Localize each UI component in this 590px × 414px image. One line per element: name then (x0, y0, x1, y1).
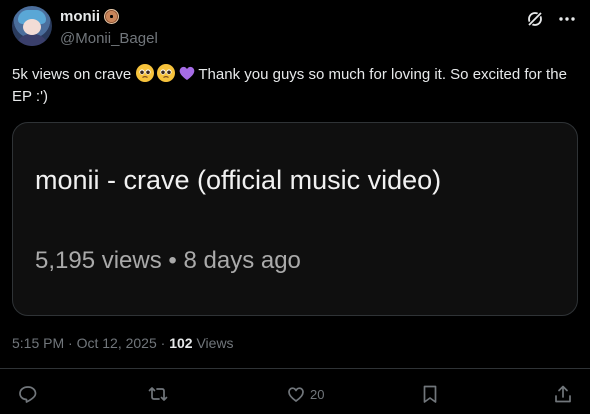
pleading-face-emoji-icon (136, 64, 155, 82)
like-count: 20 (310, 386, 325, 402)
divider (0, 368, 590, 369)
pleading-face-emoji-icon (157, 64, 176, 82)
retweet-button[interactable] (148, 384, 168, 404)
handle[interactable]: @Monii_Bagel (60, 30, 158, 47)
more-icon[interactable] (558, 10, 576, 28)
share-icon (553, 384, 573, 404)
purple-heart-emoji-icon (180, 66, 195, 80)
card-meta: 5,195 views • 8 days ago (35, 247, 301, 274)
author-name-row: monii (60, 8, 119, 25)
tweet-text-part1: 5k views on crave (12, 66, 132, 83)
bagel-emoji-icon (104, 9, 119, 24)
top-actions (526, 10, 576, 28)
timestamp-row: 5:15 PM · Oct 12, 2025 · 102 Views (12, 335, 234, 351)
tweet-text: 5k views on crave Thank you guys so much… (12, 63, 572, 108)
reply-button[interactable] (18, 384, 38, 404)
grok-icon[interactable] (526, 10, 544, 28)
post-date[interactable]: Oct 12, 2025 (77, 335, 157, 351)
views-count: 102 (169, 335, 193, 351)
bookmark-icon (420, 384, 440, 404)
views-label: Views (196, 335, 234, 351)
card-title: monii - crave (official music video) (35, 165, 442, 195)
like-button[interactable]: 20 (286, 384, 324, 404)
bookmark-button[interactable] (420, 384, 440, 404)
post-time[interactable]: 5:15 PM (12, 335, 64, 351)
heart-icon (286, 384, 306, 404)
share-button[interactable] (553, 384, 573, 404)
retweet-icon (148, 384, 168, 404)
link-card[interactable]: monii - crave (official music video) 5,1… (12, 122, 578, 316)
avatar[interactable] (12, 6, 52, 46)
reply-icon (18, 384, 38, 404)
display-name[interactable]: monii (60, 8, 100, 25)
